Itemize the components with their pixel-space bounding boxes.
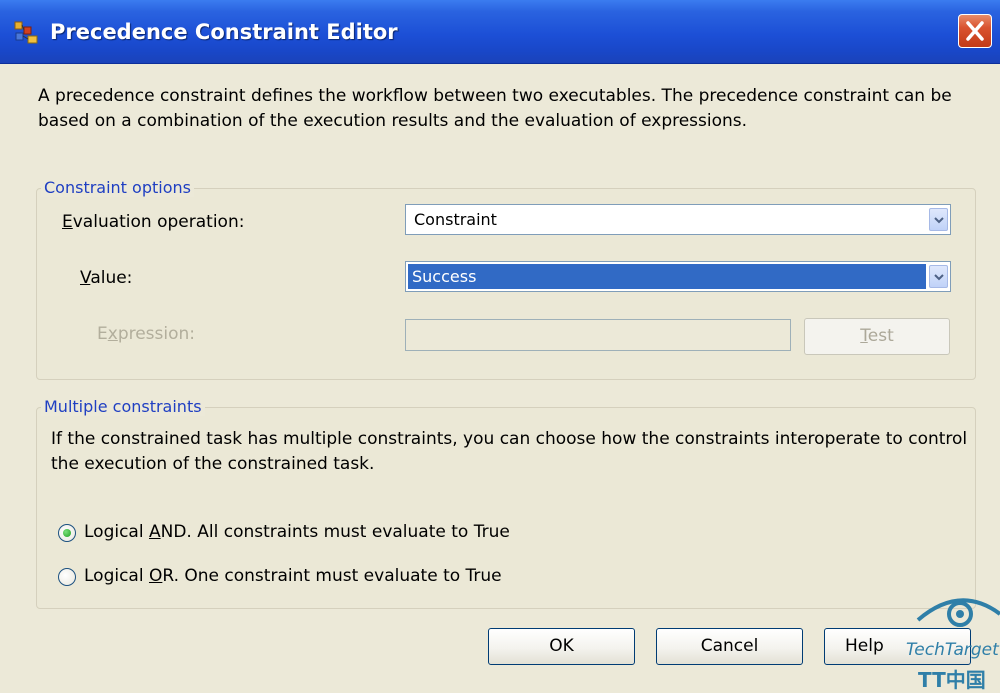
eye-logo-icon bbox=[916, 598, 1000, 627]
dialog-description: A precedence constraint defines the work… bbox=[38, 86, 952, 131]
value-label: Value: bbox=[80, 268, 133, 288]
evaluation-operation-value: Constraint bbox=[414, 210, 497, 229]
value-combo[interactable]: Success bbox=[405, 261, 951, 292]
close-button[interactable] bbox=[958, 14, 992, 48]
ok-button[interactable]: OK bbox=[488, 628, 635, 665]
app-icon bbox=[14, 21, 38, 44]
chevron-down-icon bbox=[934, 217, 944, 224]
value-selection-highlight bbox=[408, 264, 926, 289]
value-dropdown-button[interactable] bbox=[929, 265, 948, 288]
test-button[interactable]: Test bbox=[804, 318, 950, 355]
watermark-sub: TT中国 bbox=[918, 668, 986, 692]
logical-or-option[interactable]: Logical OR. One constraint must evaluate… bbox=[58, 566, 658, 590]
logical-and-label: Logical AND. All constraints must evalua… bbox=[84, 522, 510, 542]
watermark-brand: TechTarget bbox=[906, 640, 999, 660]
logical-and-option[interactable]: Logical AND. All constraints must evalua… bbox=[58, 522, 658, 546]
logical-and-radio[interactable] bbox=[58, 524, 76, 542]
cancel-button[interactable]: Cancel bbox=[656, 628, 803, 665]
evaluation-operation-label: Evaluation operation: bbox=[62, 212, 245, 232]
evaluation-operation-dropdown-button[interactable] bbox=[929, 208, 948, 231]
evaluation-operation-combo[interactable]: Constraint bbox=[405, 204, 951, 235]
value-combo-value: Success bbox=[412, 267, 477, 286]
logical-or-radio[interactable] bbox=[58, 568, 76, 586]
window-title: Precedence Constraint Editor bbox=[50, 20, 398, 44]
chevron-down-icon bbox=[934, 274, 944, 281]
techtarget-watermark: TechTarget TT中国 bbox=[900, 590, 1000, 692]
multiple-constraints-description: If the constrained task has multiple con… bbox=[51, 429, 968, 474]
constraint-options-legend: Constraint options bbox=[41, 178, 194, 197]
multiple-constraints-legend: Multiple constraints bbox=[41, 397, 205, 416]
title-bar[interactable]: Precedence Constraint Editor bbox=[0, 0, 1000, 64]
logical-or-label: Logical OR. One constraint must evaluate… bbox=[84, 566, 502, 586]
expression-label: Expression: bbox=[97, 324, 196, 344]
close-icon bbox=[966, 21, 984, 41]
expression-input[interactable] bbox=[405, 319, 791, 351]
